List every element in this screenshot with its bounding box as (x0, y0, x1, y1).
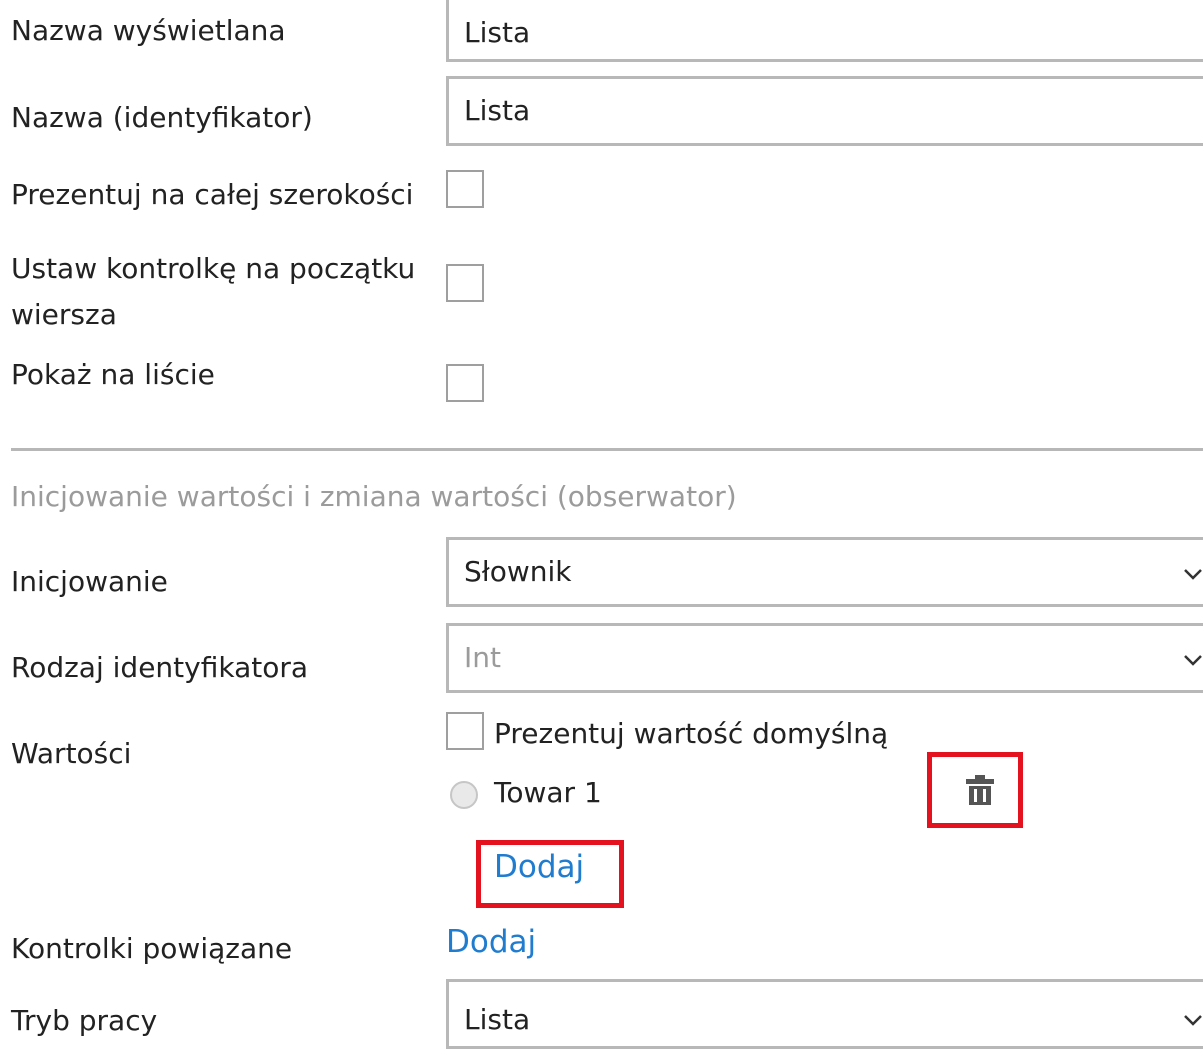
chevron-down-icon (1184, 1015, 1202, 1026)
trash-icon[interactable] (966, 775, 994, 805)
identifier-value: Lista (464, 94, 531, 127)
mode-label: Tryb pracy (11, 1004, 158, 1037)
init-value: Słownik (464, 555, 572, 588)
related-controls-label: Kontrolki powiązane (11, 932, 293, 965)
identifier-label: Nazwa (identyfikator) (11, 101, 313, 134)
section-title: Inicjowanie wartości i zmiana wartości (… (11, 480, 737, 513)
show-default-label: Prezentuj wartość domyślną (494, 717, 889, 750)
chevron-down-icon (1184, 655, 1202, 666)
full-width-label: Prezentuj na całej szerokości (11, 178, 414, 211)
row-start-label: Ustaw kontrolkę na początku wiersza (11, 252, 416, 331)
value-item-radio[interactable] (450, 781, 478, 809)
full-width-checkbox[interactable] (446, 170, 484, 208)
show-on-list-label: Pokaż na liście (11, 358, 215, 391)
section-divider (11, 448, 1203, 451)
display-name-label: Nazwa wyświetlana (11, 14, 286, 47)
show-on-list-checkbox[interactable] (446, 364, 484, 402)
id-type-label: Rodzaj identyfikatora (11, 651, 309, 684)
identifier-field[interactable]: Lista (446, 76, 1203, 146)
add-related-link[interactable]: Dodaj (446, 920, 536, 964)
show-default-checkbox[interactable] (446, 712, 484, 750)
mode-value: Lista (464, 1003, 531, 1036)
chevron-down-icon (1184, 569, 1202, 580)
display-name-value: Lista (464, 16, 531, 49)
id-type-value: Int (464, 641, 501, 674)
mode-select[interactable]: Lista (446, 979, 1203, 1049)
id-type-select[interactable]: Int (446, 623, 1203, 693)
display-name-field[interactable]: Lista (446, 0, 1203, 62)
value-item-label: Towar 1 (494, 776, 602, 809)
row-start-checkbox[interactable] (446, 264, 484, 302)
values-label: Wartości (11, 737, 132, 770)
add-value-link[interactable]: Dodaj (494, 845, 584, 889)
init-select[interactable]: Słownik (446, 537, 1203, 607)
init-label: Inicjowanie (11, 565, 168, 598)
